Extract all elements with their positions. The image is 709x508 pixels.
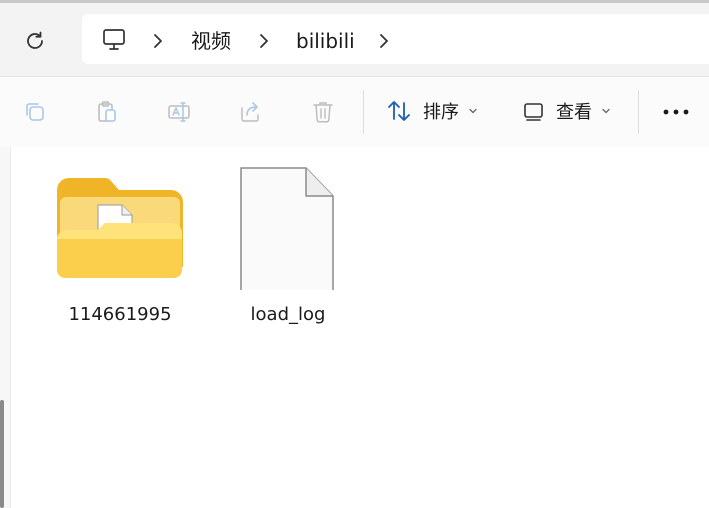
chevron-right-icon [380,34,388,48]
file-icon [240,167,334,290]
view-label: 查看 [556,102,592,123]
chevron-down-icon [602,108,610,114]
folder-icon [57,178,183,278]
delete-button[interactable] [309,98,337,126]
share-button[interactable] [237,98,265,126]
file-name: 114661995 [68,304,172,325]
breadcrumb-chevron[interactable] [256,33,272,53]
breadcrumb-computer[interactable] [101,27,127,57]
paste-icon [98,101,116,122]
toolbar-divider [638,90,639,134]
copy-icon [26,103,44,121]
breadcrumb-chevron[interactable] [150,33,166,53]
scrollbar-thumb[interactable] [0,400,4,508]
file-item-file[interactable]: load_log [218,160,358,340]
rename-button[interactable] [165,98,193,126]
chevron-right-icon [154,34,162,48]
share-icon [241,102,259,122]
chevron-right-icon [260,34,268,48]
window-top-edge [0,0,709,3]
breadcrumb-item[interactable]: bilibili [296,27,355,55]
address-bar[interactable] [82,14,709,64]
breadcrumb-chevron[interactable] [376,33,392,53]
sort-label: 排序 [423,102,459,123]
more-options-button[interactable] [660,102,692,122]
paste-button[interactable] [93,98,121,126]
toolbar-divider [363,90,364,134]
delete-icon [313,102,333,123]
sort-button[interactable]: 排序 [385,95,479,127]
breadcrumb-item[interactable]: 视频 [191,27,231,55]
refresh-button[interactable] [18,24,52,58]
file-name: load_log [250,304,326,325]
view-button[interactable]: 查看 [522,95,612,127]
file-item-folder[interactable]: 114661995 [50,160,190,340]
computer-icon [103,29,125,50]
more-icon [663,109,689,115]
copy-button[interactable] [21,98,49,126]
refresh-icon [27,31,43,49]
rename-icon [168,102,190,122]
view-icon [524,103,543,121]
sort-icon [388,101,410,121]
chevron-down-icon [469,108,477,114]
